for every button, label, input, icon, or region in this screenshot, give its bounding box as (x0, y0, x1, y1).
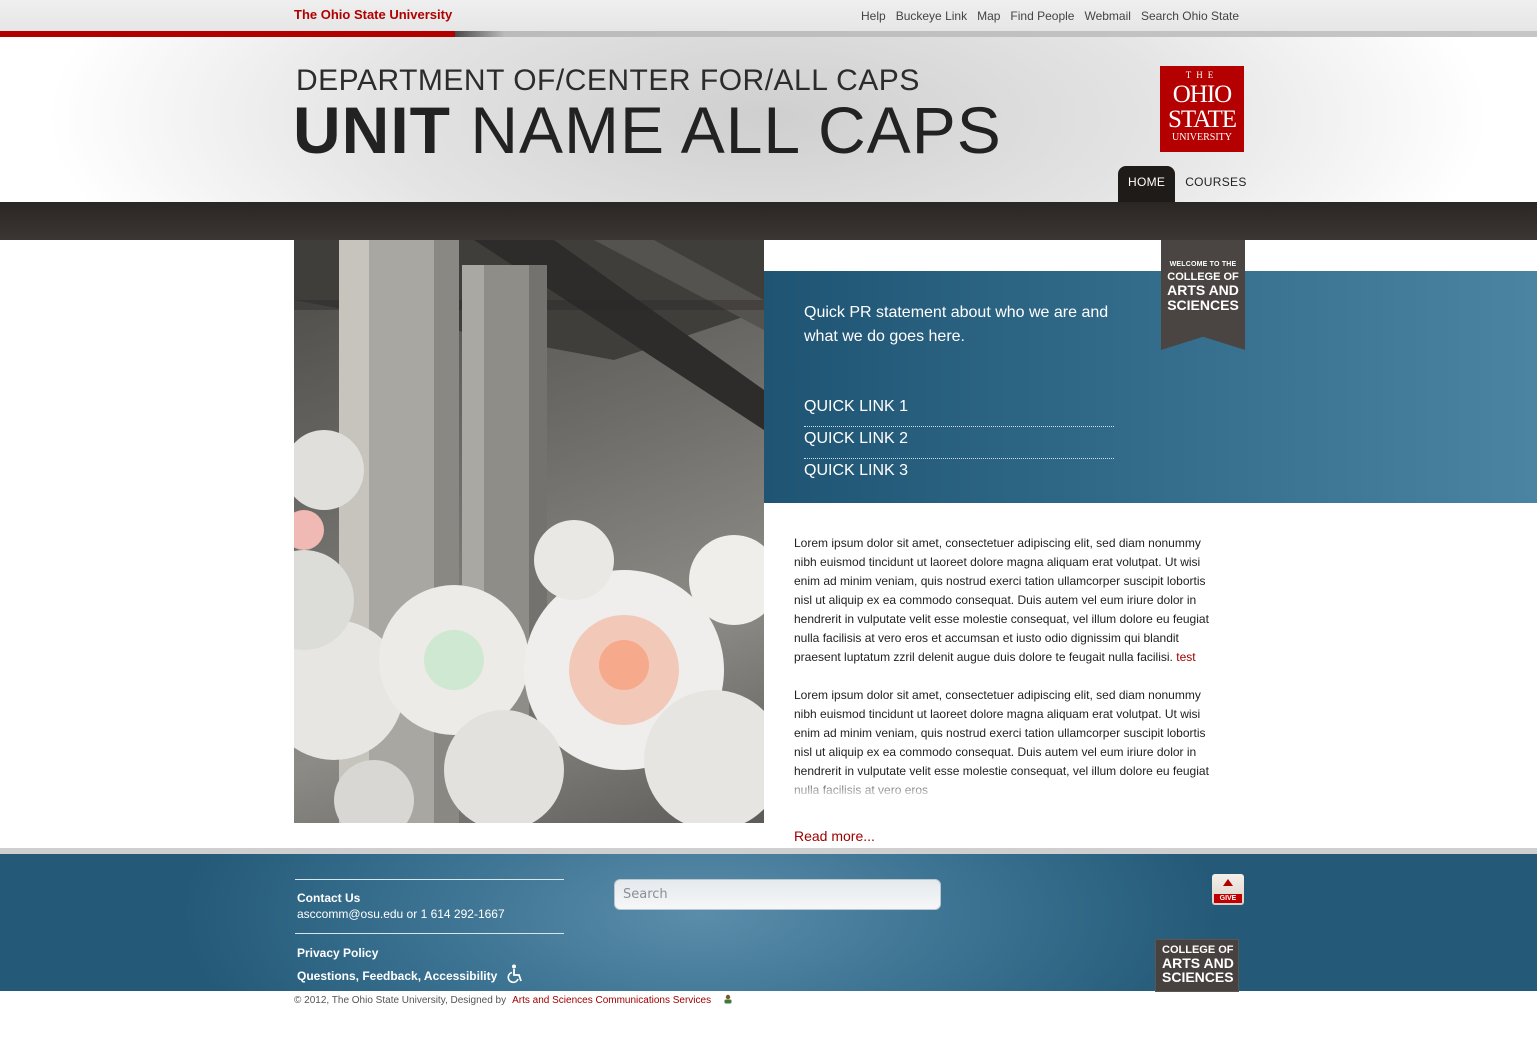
unit-title: UNIT NAME ALL CAPS (293, 95, 1002, 165)
search-ohio-state-link[interactable]: Search Ohio State (1141, 9, 1239, 23)
designer-link[interactable]: Arts and Sciences Communications Service… (512, 995, 711, 1006)
pr-statement: Quick PR statement about who we are and … (804, 304, 1109, 345)
wheelchair-accessibility-icon (507, 964, 525, 987)
quick-link-2[interactable]: QUICK LINK 2 (804, 428, 1114, 459)
footer-info: Contact Us asccomm@osu.edu or 1 614 292-… (295, 879, 564, 987)
ribbon-line-sciences: SCIENCES (1167, 297, 1239, 313)
privacy-policy-link[interactable]: Privacy Policy (297, 946, 564, 960)
hero-photo-illustration (294, 240, 764, 823)
nav-tab-courses[interactable]: COURSES (1175, 166, 1256, 202)
site-header: DEPARTMENT OF/CENTER FOR/ALL CAPS UNIT N… (0, 37, 1537, 202)
quick-link-1[interactable]: QUICK LINK 1 (804, 396, 1114, 427)
college-welcome-ribbon[interactable]: WELCOME TO THE COLLEGE OF ARTS AND SCIEN… (1161, 240, 1245, 350)
unit-title-bold: UNIT (293, 93, 451, 167)
utility-bar: The Ohio State University Help Buckeye L… (0, 0, 1537, 31)
webmail-link[interactable]: Webmail (1084, 9, 1130, 23)
nav-tab-home[interactable]: HOME (1118, 166, 1176, 202)
content-paragraph-1: Lorem ipsum dolor sit amet, consectetuer… (794, 534, 1219, 667)
logo-line-the: THE (1185, 70, 1219, 80)
footer-rule-top (295, 879, 564, 880)
footer-search-input[interactable] (614, 879, 941, 910)
find-people-link[interactable]: Find People (1010, 9, 1074, 23)
map-link[interactable]: Map (977, 9, 1000, 23)
nav-dark-bar (0, 202, 1537, 240)
buckeye-link[interactable]: Buckeye Link (896, 9, 967, 23)
questions-feedback-accessibility-link[interactable]: Questions, Feedback, Accessibility (297, 969, 497, 983)
hero-panel: Quick PR statement about who we are and … (764, 271, 1537, 503)
copyright-row: © 2012, The Ohio State University, Desig… (294, 994, 733, 1007)
help-link[interactable]: Help (861, 9, 886, 23)
main-content: Lorem ipsum dolor sit amet, consectetuer… (794, 534, 1219, 800)
ribbon-line-welcome: WELCOME TO THE (1169, 261, 1237, 268)
main-nav: HOME COURSES (1118, 166, 1257, 202)
give-capitol-icon (1223, 879, 1233, 886)
quick-links: QUICK LINK 1 QUICK LINK 2 QUICK LINK 3 (804, 396, 1114, 491)
logo-line-university: UNIVERSITY (1172, 132, 1232, 143)
copyright-text: © 2012, The Ohio State University, Desig… (294, 995, 507, 1006)
test-link[interactable]: test (1176, 650, 1195, 664)
paragraph-1-text: Lorem ipsum dolor sit amet, consectetuer… (794, 536, 1209, 664)
ohio-state-logo[interactable]: THE OHIO STATE UNIVERSITY (1160, 66, 1244, 152)
osu-wordmark-link[interactable]: The Ohio State University (294, 7, 452, 22)
give-label: GIVE (1214, 894, 1242, 903)
footer-college-logo[interactable]: COLLEGE OF ARTS AND SCIENCES (1155, 939, 1239, 992)
read-more-link[interactable]: Read more... (794, 828, 875, 844)
footer-logo-line-arts: ARTS AND (1162, 955, 1234, 971)
footer-rule-bottom (295, 933, 564, 934)
content-paragraph-2-wrap: Lorem ipsum dolor sit amet, consectetuer… (794, 686, 1219, 800)
give-button[interactable]: GIVE (1212, 874, 1244, 905)
ribbon-line-arts: ARTS AND (1167, 282, 1239, 298)
contact-us-heading: Contact Us (297, 891, 361, 905)
quick-link-3[interactable]: QUICK LINK 3 (804, 460, 1114, 490)
hero-photo (294, 240, 764, 823)
questions-row: Questions, Feedback, Accessibility (297, 964, 564, 987)
contact-info: asccomm@osu.edu or 1 614 292-1667 (297, 907, 505, 921)
site-footer: Contact Us asccomm@osu.edu or 1 614 292-… (0, 854, 1537, 992)
logo-line-ohio: OHIO (1172, 81, 1233, 108)
content-paragraph-2: Lorem ipsum dolor sit amet, consectetuer… (794, 688, 1209, 797)
person-icon (723, 994, 733, 1007)
logo-line-state: STATE (1168, 106, 1237, 133)
unit-title-rest: NAME ALL CAPS (450, 93, 1002, 167)
utility-links: Help Buckeye Link Map Find People Webmai… (861, 9, 1239, 23)
footer-logo-line-sciences: SCIENCES (1162, 969, 1234, 985)
